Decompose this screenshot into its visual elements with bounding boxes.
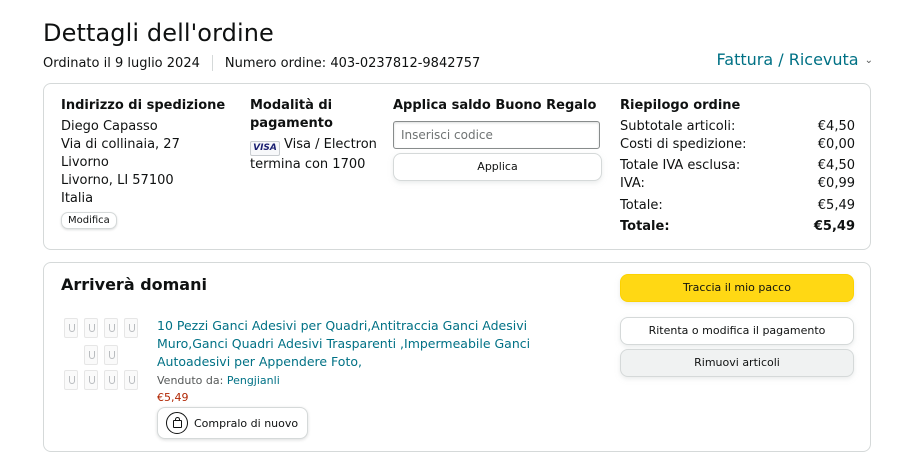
order-summary-title: Riepilogo ordine <box>620 98 741 113</box>
card-name: Visa / Electron <box>284 137 377 152</box>
order-date: Ordinato il 9 luglio 2024 <box>43 55 200 71</box>
meta-divider <box>211 55 213 71</box>
summary-label: Totale IVA esclusa: <box>620 158 741 173</box>
summary-row-shipping: Costi di spedizione: €0,00 <box>620 136 855 154</box>
payment-card-info: VISA Visa / Electron termina con 1700 <box>250 136 380 174</box>
product-title-link[interactable]: 10 Pezzi Ganci Adesivi per Quadri,Antitr… <box>157 317 597 371</box>
hook-icon <box>84 318 98 338</box>
gift-code-input[interactable]: Inserisci codice <box>393 121 600 149</box>
shipping-address-lines: Diego Capasso Via di collinaia, 27 Livor… <box>61 118 231 208</box>
order-summary-section: Riepilogo ordine Subtotale articoli: €4,… <box>620 97 855 236</box>
summary-label: Totale: <box>620 198 663 213</box>
hook-icon <box>64 318 78 338</box>
order-number: Numero ordine: 403-0237812-9842757 <box>224 55 481 71</box>
address-line: Italia <box>61 191 94 206</box>
summary-row-total: Totale: €5,49 <box>620 197 855 215</box>
track-package-button[interactable]: Traccia il mio pacco <box>620 274 854 302</box>
product-image[interactable] <box>64 318 142 398</box>
invoice-link-label[interactable]: Fattura / Ricevuta <box>717 50 859 69</box>
summary-row-vat: IVA: €0,99 <box>620 175 855 193</box>
chevron-down-icon: ⌄ <box>864 55 873 66</box>
shipment-panel: Arriverà domani 10 Pezzi Ganci Adesivi p… <box>43 262 871 452</box>
hook-icon <box>84 370 98 390</box>
summary-label: Subtotale articoli: <box>620 119 736 134</box>
address-line: Via di collinaia, 27 <box>61 137 180 152</box>
payment-method-section: Modalità di pagamento VISA Visa / Electro… <box>250 97 380 174</box>
gift-card-section: Applica saldo Buono Regalo Inserisci cod… <box>393 97 602 181</box>
summary-value: €5,49 <box>817 198 855 213</box>
hook-icon <box>64 370 78 390</box>
card-ending: termina con 1700 <box>250 157 366 172</box>
summary-label: IVA: <box>620 176 645 191</box>
address-line: Diego Capasso <box>61 119 158 134</box>
summary-value: €0,99 <box>817 176 855 191</box>
hook-icon <box>104 318 118 338</box>
shipping-address-section: Indirizzo di spedizione Diego Capasso Vi… <box>61 97 231 229</box>
hook-icon <box>104 370 118 390</box>
remove-items-button[interactable]: Rimuovi articoli <box>620 349 854 377</box>
address-line: Livorno, LI 57100 <box>61 173 174 188</box>
buy-again-label: Compralo di nuovo <box>194 416 299 430</box>
buy-again-button[interactable]: Compralo di nuovo <box>157 407 309 439</box>
summary-row-subtotal: Subtotale articoli: €4,50 <box>620 118 855 136</box>
page-title: Dettagli dell'ordine <box>43 19 274 47</box>
delivery-status: Arriverà domani <box>61 275 207 294</box>
summary-row-total-excl-vat: Totale IVA esclusa: €4,50 <box>620 157 855 175</box>
hook-icon <box>104 345 118 365</box>
sold-by-label: Venduto da: <box>157 374 224 387</box>
edit-address-button[interactable]: Modifica <box>61 212 117 229</box>
seller-info: Venduto da: Pengjianli <box>157 374 597 387</box>
order-info-panel: Indirizzo di spedizione Diego Capasso Vi… <box>43 83 871 250</box>
shipping-address-title: Indirizzo di spedizione <box>61 98 226 113</box>
order-meta: Ordinato il 9 luglio 2024 Numero ordine:… <box>43 55 480 71</box>
product-price: €5,49 <box>157 391 189 404</box>
hook-icon <box>124 370 138 390</box>
summary-value: €4,50 <box>817 119 855 134</box>
gift-card-title: Applica saldo Buono Regalo <box>393 98 597 113</box>
buy-again-icon <box>166 412 188 434</box>
summary-label: Totale: <box>620 219 670 234</box>
visa-card-icon: VISA <box>250 141 280 156</box>
summary-value: €0,00 <box>817 137 855 152</box>
apply-gift-button[interactable]: Applica <box>393 153 602 181</box>
payment-method-title: Modalità di pagamento <box>250 98 333 131</box>
hook-icon <box>84 345 98 365</box>
invoice-dropdown[interactable]: Fattura / Ricevuta ⌄ <box>717 50 873 69</box>
product-details: 10 Pezzi Ganci Adesivi per Quadri,Antitr… <box>157 317 597 439</box>
retry-payment-button[interactable]: Ritenta o modifica il pagamento <box>620 317 854 345</box>
seller-link[interactable]: Pengjianli <box>227 374 280 387</box>
address-line: Livorno <box>61 155 109 170</box>
summary-label: Costi di spedizione: <box>620 137 747 152</box>
summary-value: €4,50 <box>817 158 855 173</box>
hook-icon <box>124 318 138 338</box>
summary-value: €5,49 <box>813 219 855 234</box>
summary-row-grand-total: Totale: €5,49 <box>620 218 855 236</box>
